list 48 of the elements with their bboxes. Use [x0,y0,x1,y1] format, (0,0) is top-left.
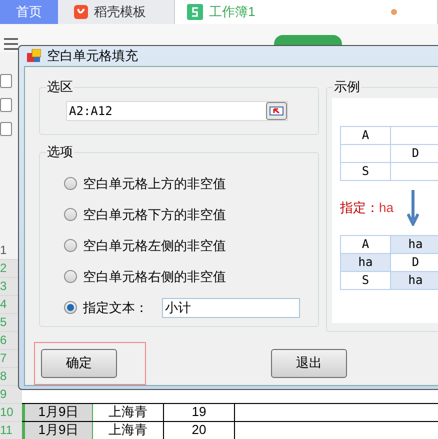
row-header[interactable]: 9 [0,386,22,404]
row-header[interactable]: 11 [0,422,22,439]
flame-icon [74,5,88,19]
radio-button[interactable] [64,270,77,283]
table-cell: 19 [164,404,235,421]
option-label: 空白单元格左侧的非空值 [83,236,226,255]
tab[interactable]: 工作簿1 [174,0,438,24]
example-cell: A [341,236,391,254]
option-label: 空白单元格右侧的非空值 [83,268,226,286]
group-label: 示例 [333,78,361,94]
dialog-button[interactable]: 确定 [41,348,117,378]
option-label: 指定文本： [83,298,148,317]
example-cell: D [391,144,438,162]
group-label: 选区 [46,78,74,94]
radio-button[interactable] [64,239,77,252]
checkbox[interactable] [0,122,12,136]
radio-button[interactable] [64,208,77,221]
text-field[interactable]: 小计 [162,298,300,318]
checkbox[interactable] [0,74,12,88]
table-cell: 上海青 [93,422,164,439]
radio-button[interactable] [64,301,77,314]
example-cell: S [341,272,391,290]
menu-icon[interactable] [4,38,18,50]
example-cell: A [341,126,391,144]
table-cell: 1月9日 [22,422,93,439]
table-cell: 1月9日 [22,404,93,421]
option-label: 空白单元格上方的非空值 [83,174,226,193]
tab[interactable]: 首页 [0,0,58,24]
example-cell: S [341,162,391,180]
group-label: 选项 [46,144,74,160]
spreadsheet-icon [187,4,203,20]
app-icon [27,48,41,63]
row-header[interactable]: 10 [0,404,22,422]
range-field[interactable]: A2:A12 [66,100,288,120]
table-cell: 20 [164,422,235,439]
checkbox[interactable] [0,98,12,112]
table-cell: 上海青 [93,404,164,421]
option-label: 空白单元格下方的非空值 [83,206,226,224]
example-caption: 指定：ha [340,198,394,217]
example-cell: D [391,254,438,272]
down-arrow-icon [407,190,420,226]
range-picker-icon[interactable] [266,102,287,120]
window-title: 空白单元格填充 [47,47,138,65]
example-cell: ha [391,272,438,290]
example-cell: ha [391,236,438,254]
dialog-button[interactable]: 退出 [271,348,347,378]
radio-button[interactable] [64,177,77,190]
example-cell: ha [341,254,391,272]
